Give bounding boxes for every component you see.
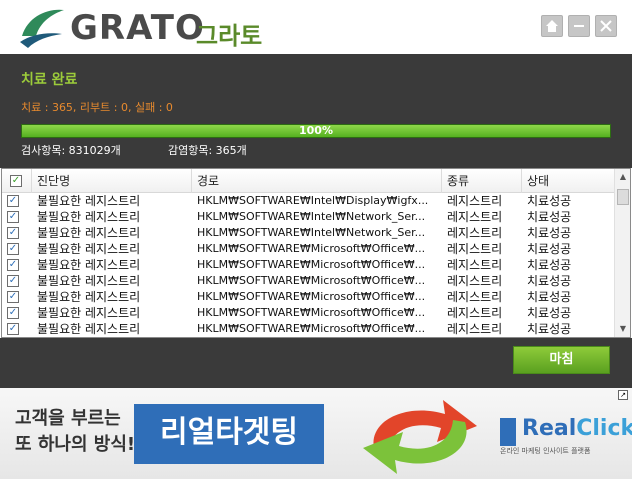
row-path: HKLM₩SOFTWARE₩Intel₩Display₩igfx... bbox=[197, 194, 429, 207]
scroll-thumb[interactable] bbox=[617, 189, 629, 205]
result-counts: 치료 : 365, 리부트 : 0, 실패 : 0 bbox=[21, 101, 173, 114]
row-path: HKLM₩SOFTWARE₩Microsoft₩Office₩... bbox=[197, 242, 426, 255]
row-type: 레지스트리 bbox=[447, 274, 503, 288]
scroll-up-arrow-icon[interactable]: ▲ bbox=[615, 169, 630, 185]
logo-text: GRATO bbox=[70, 8, 205, 48]
ad-slogan-line1: 고객을 부르는 bbox=[15, 408, 121, 429]
row-status: 치료성공 bbox=[527, 258, 572, 272]
row-type: 레지스트리 bbox=[447, 258, 503, 272]
infected-item-count: 감염항목: 365개 bbox=[168, 144, 247, 157]
row-path: HKLM₩SOFTWARE₩Intel₩Network_Ser... bbox=[197, 226, 426, 239]
row-type: 레지스트리 bbox=[447, 306, 503, 320]
row-diagnosis: 불필요한 레지스트리 bbox=[37, 306, 141, 320]
realclick-name: RealClick bbox=[522, 416, 632, 441]
row-status: 치료성공 bbox=[527, 242, 572, 256]
table-body: ✓ 불필요한 레지스트리 HKLM₩SOFTWARE₩Intel₩Display₩i… bbox=[2, 193, 614, 337]
status-panel: 치료 완료 치료 : 365, 리부트 : 0, 실패 : 0 100% 검사항… bbox=[0, 54, 632, 168]
column-header-name[interactable]: 진단명 bbox=[32, 169, 192, 193]
row-type: 레지스트리 bbox=[447, 290, 503, 304]
row-checkbox[interactable]: ✓ bbox=[7, 243, 19, 255]
row-status: 치료성공 bbox=[527, 274, 572, 288]
ad-brand-box: 리얼타겟팅 bbox=[134, 404, 324, 464]
ad-slogan-line2: 또 하나의 방식! bbox=[15, 434, 136, 455]
row-checkbox[interactable]: ✓ bbox=[7, 211, 19, 223]
table-row[interactable]: ✓ 불필요한 레지스트리 HKLM₩SOFTWARE₩Intel₩Network_S… bbox=[2, 225, 614, 241]
row-diagnosis: 불필요한 레지스트리 bbox=[37, 194, 141, 208]
results-table: ✓ 진단명 경로 종류 상태 ✓ 불필요한 레지스트리 HKLM₩SOFTWARE₩… bbox=[1, 168, 631, 338]
finish-button[interactable]: 마침 bbox=[513, 346, 610, 374]
row-diagnosis: 불필요한 레지스트리 bbox=[37, 242, 141, 256]
table-row[interactable]: ✓ 불필요한 레지스트리 HKLM₩SOFTWARE₩Microsoft₩Offic… bbox=[2, 257, 614, 273]
progress-label: 100% bbox=[299, 124, 333, 137]
row-diagnosis: 불필요한 레지스트리 bbox=[37, 226, 141, 240]
ad-slogan: 고객을 부르는 또 하나의 방식! bbox=[15, 406, 135, 458]
table-row[interactable]: ✓ 불필요한 레지스트리 HKLM₩SOFTWARE₩Intel₩Network_S… bbox=[2, 209, 614, 225]
row-status: 치료성공 bbox=[527, 322, 572, 336]
row-checkbox[interactable]: ✓ bbox=[7, 195, 19, 207]
row-checkbox[interactable]: ✓ bbox=[7, 259, 19, 271]
row-path: HKLM₩SOFTWARE₩Microsoft₩Office₩... bbox=[197, 306, 426, 319]
row-path: HKLM₩SOFTWARE₩Microsoft₩Office₩... bbox=[197, 290, 426, 303]
home-button[interactable] bbox=[541, 15, 563, 37]
close-icon bbox=[600, 20, 612, 32]
header-check-cell: ✓ bbox=[2, 169, 32, 193]
realclick-mark-icon bbox=[500, 418, 516, 446]
ad-banner[interactable]: 고객을 부르는 또 하나의 방식! 리얼타겟팅 RealClick 온라인 마케… bbox=[0, 388, 632, 479]
row-diagnosis: 불필요한 레지스트리 bbox=[37, 210, 141, 224]
row-type: 레지스트리 bbox=[447, 210, 503, 224]
logo-korean-text: 그라토 bbox=[196, 21, 263, 50]
row-diagnosis: 불필요한 레지스트리 bbox=[37, 258, 141, 272]
table-row[interactable]: ✓ 불필요한 레지스트리 HKLM₩SOFTWARE₩Intel₩Display₩i… bbox=[2, 193, 614, 209]
footer-bar: 마침 bbox=[0, 338, 632, 388]
row-checkbox[interactable]: ✓ bbox=[7, 227, 19, 239]
ad-info-icon[interactable]: ↗ bbox=[618, 390, 628, 400]
vertical-scrollbar[interactable]: ▲ ▼ bbox=[614, 169, 630, 337]
grato-logo: GRATO 그라토 bbox=[18, 4, 268, 50]
minimize-icon bbox=[574, 25, 584, 27]
row-diagnosis: 불필요한 레지스트리 bbox=[37, 274, 141, 288]
row-type: 레지스트리 bbox=[447, 194, 503, 208]
row-status: 치료성공 bbox=[527, 290, 572, 304]
table-row[interactable]: ✓ 불필요한 레지스트리 HKLM₩SOFTWARE₩Microsoft₩Offic… bbox=[2, 289, 614, 305]
row-path: HKLM₩SOFTWARE₩Intel₩Network_Ser... bbox=[197, 210, 426, 223]
row-path: HKLM₩SOFTWARE₩Microsoft₩Office₩... bbox=[197, 322, 426, 335]
row-checkbox[interactable]: ✓ bbox=[7, 307, 19, 319]
row-checkbox[interactable]: ✓ bbox=[7, 323, 19, 335]
table-row[interactable]: ✓ 불필요한 레지스트리 HKLM₩SOFTWARE₩Microsoft₩Offic… bbox=[2, 321, 614, 337]
row-checkbox[interactable]: ✓ bbox=[7, 291, 19, 303]
close-button[interactable] bbox=[595, 15, 617, 37]
column-header-status[interactable]: 상태 bbox=[522, 169, 592, 193]
home-icon bbox=[546, 20, 558, 32]
table-row[interactable]: ✓ 불필요한 레지스트리 HKLM₩SOFTWARE₩Microsoft₩Offic… bbox=[2, 273, 614, 289]
row-diagnosis: 불필요한 레지스트리 bbox=[37, 322, 141, 336]
progress-bar: 100% bbox=[21, 124, 611, 138]
status-title: 치료 완료 bbox=[21, 72, 78, 88]
select-all-checkbox[interactable]: ✓ bbox=[10, 175, 22, 187]
grato-leaf-icon bbox=[20, 9, 64, 48]
app-header: GRATO 그라토 bbox=[0, 0, 632, 54]
table-row[interactable]: ✓ 불필요한 레지스트리 HKLM₩SOFTWARE₩Microsoft₩Offic… bbox=[2, 305, 614, 321]
row-checkbox[interactable]: ✓ bbox=[7, 275, 19, 287]
row-status: 치료성공 bbox=[527, 194, 572, 208]
row-path: HKLM₩SOFTWARE₩Microsoft₩Office₩... bbox=[197, 274, 426, 287]
row-status: 치료성공 bbox=[527, 210, 572, 224]
column-header-path[interactable]: 경로 bbox=[192, 169, 442, 193]
realclick-logo: RealClick 온라인 마케팅 인사이트 플랫폼 bbox=[500, 416, 632, 458]
row-type: 레지스트리 bbox=[447, 242, 503, 256]
row-path: HKLM₩SOFTWARE₩Microsoft₩Office₩... bbox=[197, 258, 426, 271]
realclick-tagline: 온라인 마케팅 인사이트 플랫폼 bbox=[500, 447, 591, 455]
recycle-arrows-icon bbox=[363, 400, 477, 474]
row-status: 치료성공 bbox=[527, 226, 572, 240]
row-type: 레지스트리 bbox=[447, 226, 503, 240]
scan-item-count: 검사항목: 831029개 bbox=[21, 144, 121, 157]
minimize-button[interactable] bbox=[568, 15, 590, 37]
table-row[interactable]: ✓ 불필요한 레지스트리 HKLM₩SOFTWARE₩Microsoft₩Offic… bbox=[2, 241, 614, 257]
row-type: 레지스트리 bbox=[447, 322, 503, 336]
table-header: ✓ 진단명 경로 종류 상태 bbox=[2, 169, 614, 193]
scroll-down-arrow-icon[interactable]: ▼ bbox=[615, 321, 630, 337]
column-header-type[interactable]: 종류 bbox=[442, 169, 522, 193]
row-diagnosis: 불필요한 레지스트리 bbox=[37, 290, 141, 304]
row-status: 치료성공 bbox=[527, 306, 572, 320]
